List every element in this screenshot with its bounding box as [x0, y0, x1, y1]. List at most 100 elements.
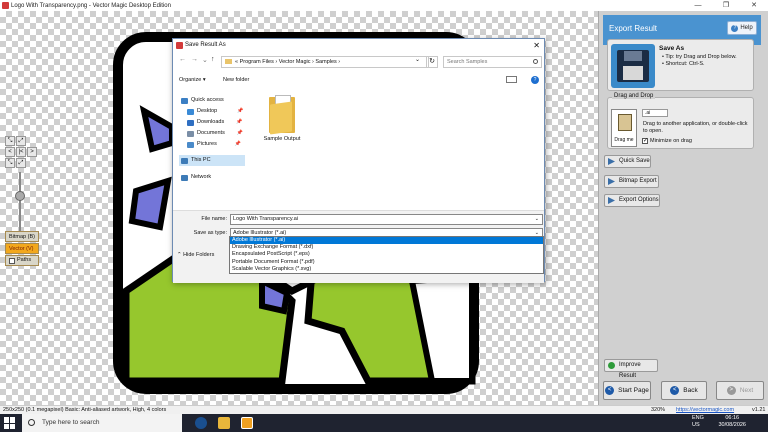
nav-label: Downloads [197, 119, 225, 125]
paths-checkbox[interactable] [9, 257, 15, 264]
pan-left-button[interactable]: < [5, 147, 15, 157]
zoom-controls: ⤡ ⤢ < |< > ⤡ ⤢ [5, 136, 37, 168]
language-indicator[interactable]: ENG US [692, 415, 704, 429]
drag-drop-title: Drag and Drop [612, 93, 656, 99]
nav-item-desktop[interactable]: Desktop 📌 [187, 106, 243, 117]
folder-icon [269, 95, 295, 135]
nav-item-pictures[interactable]: Pictures 📌 [187, 139, 241, 150]
status-bar: 250x250 (0.1 megapixel) Basic: Anti-alia… [0, 405, 768, 414]
minimize-checkbox[interactable] [642, 137, 648, 144]
zoom-in-button[interactable]: ⤢ [16, 158, 26, 168]
back-arrow-icon: < [670, 385, 680, 395]
bitmap-export-button[interactable]: Bitmap Export [604, 175, 659, 188]
improve-result-button[interactable]: Improve Result [604, 359, 658, 379]
quick-save-button[interactable]: Quick Save [604, 155, 651, 168]
new-folder-button[interactable]: New folder [223, 74, 249, 86]
nav-item-quick-access[interactable]: Quick access [181, 95, 224, 106]
back-arrow-icon[interactable]: ← [179, 56, 186, 63]
refresh-icon[interactable]: ↻ [426, 56, 438, 68]
zoom-reset-button[interactable]: |< [16, 147, 26, 157]
navigation-pane: Quick access Desktop 📌 Downloads 📌 Documen… [177, 93, 245, 208]
pin-icon: 📌 [234, 141, 241, 147]
save-type-option[interactable]: Drawing Exchange Format (*.dxf) [230, 244, 543, 251]
zoom-slider-knob[interactable] [15, 191, 25, 201]
app-titlebar: Logo With Transparency.png - Vector Magi… [0, 0, 768, 11]
quick-save-label: Quick Save [619, 158, 650, 164]
minimize-on-drag-toggle[interactable]: Minimize on drag [642, 137, 692, 144]
help-label: Help [740, 25, 753, 31]
nav-label: Pictures [197, 141, 217, 147]
save-type-label: Save as type: [193, 230, 227, 236]
nav-item-downloads[interactable]: Downloads 📌 [187, 117, 242, 128]
nav-item-network[interactable]: Network [181, 172, 211, 183]
dialog-title: Save Result As [185, 42, 226, 48]
save-as-button[interactable]: Save As • Tip: try Drag and Drop below. … [607, 39, 754, 91]
search-icon [533, 59, 538, 64]
back-label: Back [683, 387, 698, 394]
help-button[interactable]: ? Help [727, 21, 757, 35]
dialog-close-icon[interactable]: ✕ [533, 39, 540, 52]
folder-search-input[interactable]: Search Samples [443, 56, 542, 68]
version-label: v1.21 [752, 407, 766, 413]
address-row: ← → ⌄ ↑ « Program Files › Vector Magic ›… [173, 55, 544, 69]
back-button[interactable]: < Back [661, 381, 707, 400]
file-explorer-icon[interactable] [218, 417, 230, 429]
bitmap-mode-button[interactable]: Bitmap (B) [5, 231, 39, 242]
folder-search-placeholder: Search Samples [447, 59, 488, 65]
save-type-option[interactable]: Encapsulated PostScript (*.eps) [230, 251, 543, 258]
save-type-option[interactable]: Adobe Illustrator (*.ai) [230, 237, 543, 245]
organize-menu[interactable]: Organize ▾ [179, 74, 206, 86]
save-type-option[interactable]: Portable Document Format (*.pdf) [230, 259, 543, 266]
address-path: « Program Files › Vector Magic › Samples… [235, 59, 341, 65]
file-name-input[interactable]: Logo With Transparency.ai ⌄ [230, 214, 543, 225]
nav-item-documents[interactable]: Documents 📌 [187, 128, 243, 139]
vector-mode-button[interactable]: Vector (V) [5, 243, 39, 254]
nav-label: Documents [197, 130, 225, 136]
view-options-icon[interactable] [506, 76, 517, 83]
recent-chevron-icon[interactable]: ⌄ [202, 56, 208, 64]
taskbar-search[interactable]: Type here to search [22, 414, 182, 432]
address-dropdown-icon[interactable]: ⌄ [415, 56, 420, 63]
chevron-down-icon[interactable]: ⌄ [535, 215, 539, 224]
save-as-title: Save As [659, 45, 685, 52]
floppy-shutter [624, 51, 642, 61]
start-page-button[interactable]: < Start Page [603, 381, 651, 400]
next-button: > Next [716, 381, 764, 400]
pan-right-button[interactable]: > [27, 147, 37, 157]
close-button[interactable]: ✕ [740, 0, 768, 11]
floppy-label [623, 66, 643, 80]
nav-item-this-pc[interactable]: This PC [179, 155, 245, 166]
hide-folders-button[interactable]: ⌃ Hide Folders [177, 252, 214, 258]
zoom-out-button[interactable]: ⤡ [5, 158, 15, 168]
next-arrow-icon: > [726, 385, 736, 395]
panel-title: Export Result [609, 24, 658, 33]
drag-me-handle[interactable]: Drag me [611, 109, 637, 147]
clock[interactable]: 06:16 30/08/2026 [718, 415, 746, 429]
help-icon[interactable]: ? [531, 76, 539, 84]
website-link[interactable]: https://vectormagic.com [676, 406, 734, 414]
start-page-label: Start Page [618, 387, 649, 394]
save-tip: • Shortcut: Ctrl-S. [662, 61, 705, 67]
taskbar-search-placeholder: Type here to search [42, 419, 100, 426]
paths-toggle[interactable]: Paths [5, 255, 39, 266]
minimize-button[interactable]: — [684, 0, 712, 11]
zoom-fit-button[interactable]: ⤡ [5, 136, 15, 146]
maximize-button[interactable]: ❐ [712, 0, 740, 11]
export-options-button[interactable]: Export Options [604, 194, 660, 207]
arrow-icon [608, 158, 615, 165]
save-type-option[interactable]: Scalable Vector Graphics (*.svg) [230, 266, 543, 273]
file-name-value: Logo With Transparency.ai [233, 216, 299, 222]
paths-label: Paths [17, 257, 32, 263]
windows-start-icon[interactable] [4, 417, 16, 429]
edge-icon[interactable] [195, 417, 207, 429]
zoom-full-button[interactable]: ⤢ [16, 136, 26, 146]
download-icon [187, 119, 194, 126]
format-select[interactable]: .ai [642, 109, 668, 117]
folder-item-label: Sample Output [263, 136, 301, 142]
folder-item[interactable]: Sample Output [259, 95, 305, 142]
up-arrow-icon[interactable]: ↑ [211, 56, 215, 63]
forward-arrow-icon[interactable]: → [191, 56, 198, 63]
zoom-slider-track[interactable] [19, 172, 21, 232]
vector-magic-taskbar-icon[interactable] [241, 417, 253, 429]
address-bar[interactable]: « Program Files › Vector Magic › Samples… [221, 56, 429, 68]
